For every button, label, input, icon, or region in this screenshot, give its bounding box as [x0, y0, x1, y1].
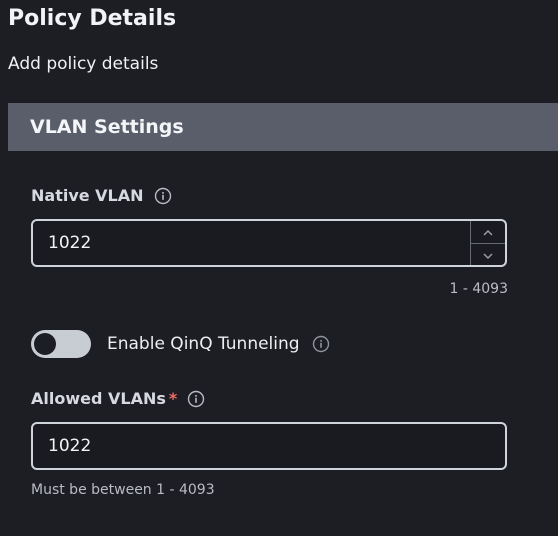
qinq-toggle[interactable] — [31, 330, 91, 358]
qinq-toggle-label: Enable QinQ Tunneling — [107, 334, 300, 354]
stepper-decrement-button[interactable] — [471, 242, 505, 266]
allowed-vlans-input[interactable] — [33, 423, 505, 469]
allowed-vlans-field — [31, 422, 507, 470]
native-vlan-field — [31, 219, 507, 267]
stepper-increment-button[interactable] — [471, 221, 505, 243]
section-title: VLAN Settings — [30, 116, 184, 138]
native-vlan-input[interactable] — [33, 220, 470, 266]
chevron-down-icon — [482, 245, 494, 264]
native-vlan-label-row: Native VLAN — [31, 186, 172, 205]
page-subtitle: Add policy details — [8, 54, 159, 74]
allowed-vlans-helper-text: Must be between 1 - 4093 — [31, 482, 215, 498]
native-vlan-range-hint: 1 - 4093 — [449, 281, 509, 297]
native-vlan-stepper — [470, 221, 505, 265]
allowed-vlans-label: Allowed VLANs — [31, 389, 166, 408]
allowed-vlans-label-row: Allowed VLANs * — [31, 389, 205, 408]
info-icon[interactable] — [312, 335, 330, 353]
page-title: Policy Details — [8, 6, 177, 31]
qinq-toggle-row: Enable QinQ Tunneling — [31, 330, 330, 358]
section-header-vlan-settings: VLAN Settings — [8, 103, 558, 151]
info-icon[interactable] — [187, 390, 205, 408]
native-vlan-label: Native VLAN — [31, 186, 144, 205]
toggle-knob — [34, 333, 56, 355]
required-marker: * — [168, 389, 178, 408]
chevron-up-icon — [482, 222, 494, 241]
info-icon[interactable] — [154, 187, 172, 205]
